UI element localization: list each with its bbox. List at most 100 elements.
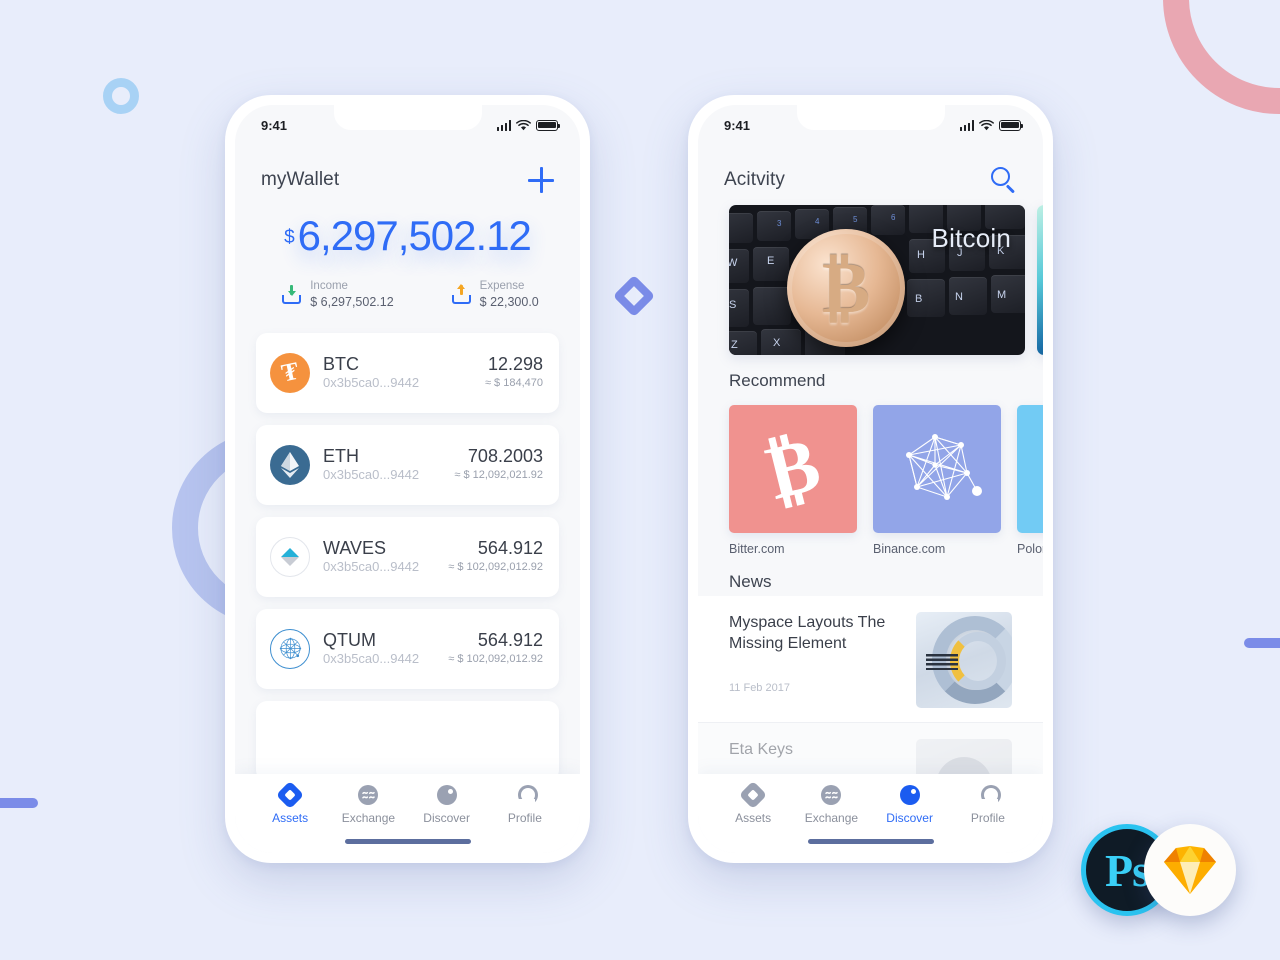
- tab-discover[interactable]: Discover: [408, 785, 486, 825]
- tab-label: Discover: [886, 811, 933, 825]
- coin-usd-value: ≈ $ 12,092,021.92: [454, 468, 543, 481]
- btc-coin-icon: ₮: [270, 352, 310, 393]
- tab-label: Profile: [970, 811, 1005, 825]
- tab-exchange[interactable]: Exchange: [792, 785, 870, 825]
- home-indicator[interactable]: [344, 839, 471, 844]
- exchange-wave-icon: [358, 785, 379, 805]
- news-date: 11 Feb 2017: [729, 682, 790, 695]
- banner-secondary[interactable]: [1037, 205, 1043, 355]
- tab-profile[interactable]: Profile: [486, 785, 564, 825]
- list-item[interactable]: ETH 0x3b5ca0...9442 708.2003 ≈ $ 12,092,…: [256, 424, 559, 505]
- income-summary: Income $ 6,297,502.12: [282, 279, 394, 311]
- decor-bar-right: [1244, 638, 1280, 648]
- tab-profile[interactable]: Profile: [949, 785, 1027, 825]
- coin-address: 0x3b5ca0...9442: [323, 558, 420, 574]
- status-time: 9:41: [261, 117, 288, 133]
- phone-mockup-discover: 9:41 Acitvity 3 4 5 6 W E H J K S B N M …: [688, 95, 1053, 863]
- profile-person-icon: [977, 785, 1001, 805]
- tab-label: Profile: [507, 811, 542, 825]
- expense-label: Expense: [479, 280, 525, 292]
- coin-amount: 564.912: [477, 538, 543, 559]
- decor-pink-arc: [1163, 0, 1280, 114]
- phone-mockup-wallet: 9:41 myWallet $ 6,297,502.12 Income $ 6,…: [225, 95, 590, 863]
- news-section-title: News: [729, 572, 772, 591]
- discover-header: Acitvity: [698, 139, 1043, 199]
- phone-notch: [796, 105, 945, 130]
- coin-name: WAVES: [323, 537, 387, 558]
- assets-diamond-icon: [275, 780, 305, 810]
- news-title: Eta Keys: [729, 741, 794, 758]
- expense-arrow-up-icon: [451, 284, 471, 305]
- tab-assets[interactable]: Assets: [251, 780, 329, 825]
- news-title: Myspace Layouts The Missing Element: [729, 614, 886, 653]
- ibm-server-coil-photo: [916, 612, 1012, 708]
- expense-value: $ 22,300.0: [479, 295, 539, 310]
- status-time: 9:41: [724, 117, 751, 133]
- poloniex-icon: [1017, 405, 1043, 533]
- coin-address: 0x3b5ca0...9442: [323, 466, 420, 482]
- recommend-carousel[interactable]: ₿ Bitter.com Binance.com Polo: [698, 391, 1043, 556]
- eth-coin-icon: [270, 444, 310, 485]
- list-item[interactable]: Myspace Layouts The Missing Element 11 F…: [698, 596, 1043, 723]
- background-decorations: [0, 0, 1280, 960]
- tab-label: Exchange: [804, 811, 859, 825]
- sketch-badge: [1144, 824, 1236, 916]
- bitcoin-b-icon: ₿: [729, 405, 857, 533]
- coin-name: BTC: [323, 353, 359, 374]
- coin-usd-value: ≈ $ 102,092,012.92: [448, 560, 543, 573]
- waves-coin-icon: [270, 536, 310, 577]
- income-expense-row: Income $ 6,297,502.12 Expense $ 22,300.0: [235, 279, 580, 311]
- banner-bitcoin[interactable]: 3 4 5 6 W E H J K S B N M Z X ₿ Bitcoin: [729, 205, 1025, 355]
- coin-usd-value: ≈ $ 184,470: [484, 376, 543, 389]
- photoshop-label: Ps: [1105, 844, 1150, 896]
- phone-notch: [333, 105, 482, 130]
- page-title: Acitvity: [724, 169, 785, 190]
- tab-label: Assets: [735, 811, 772, 825]
- discover-compass-icon: [899, 785, 920, 805]
- coin-name: ETH: [323, 445, 359, 466]
- list-item[interactable]: QTUM 0x3b5ca0...9442 564.912 ≈ $ 102,092…: [256, 608, 559, 689]
- recommend-caption: Bitter.com: [729, 542, 785, 556]
- asset-list[interactable]: ₮ BTC 0x3b5ca0...9442 12.298 ≈ $ 184,470: [235, 315, 580, 774]
- discover-screen: 9:41 Acitvity 3 4 5 6 W E H J K S B N M …: [698, 105, 1043, 853]
- plus-icon[interactable]: [528, 167, 554, 193]
- banner-carousel[interactable]: 3 4 5 6 W E H J K S B N M Z X ₿ Bitcoin: [698, 199, 1043, 355]
- battery-icon: [999, 119, 1024, 131]
- wifi-icon: [979, 119, 994, 130]
- list-item[interactable]: ₮ BTC 0x3b5ca0...9442 12.298 ≈ $ 184,470: [256, 332, 559, 413]
- discover-compass-icon: [436, 785, 457, 805]
- list-item[interactable]: Eta Keys: [698, 723, 1043, 774]
- exchange-wave-icon: [821, 785, 842, 805]
- home-indicator[interactable]: [807, 839, 934, 844]
- list-item-partial[interactable]: [256, 700, 559, 774]
- profile-person-icon: [514, 785, 538, 805]
- balance-section: $ 6,297,502.12 Income $ 6,297,502.12 Exp…: [235, 199, 580, 315]
- list-item[interactable]: WAVES 0x3b5ca0...9442 564.912 ≈ $ 102,09…: [256, 516, 559, 597]
- coin-address: 0x3b5ca0...9442: [323, 374, 420, 390]
- news-list: Myspace Layouts The Missing Element 11 F…: [698, 596, 1043, 774]
- tab-label: Exchange: [341, 811, 396, 825]
- list-item[interactable]: Binance.com: [873, 405, 1001, 556]
- list-item[interactable]: Polone: [1017, 405, 1043, 556]
- search-icon[interactable]: [991, 167, 1017, 194]
- cellular-bars-icon: [496, 119, 511, 131]
- network-graph-icon: [873, 405, 1001, 533]
- tab-assets[interactable]: Assets: [714, 780, 792, 825]
- assets-diamond-icon: [738, 780, 768, 810]
- list-item[interactable]: ₿ Bitter.com: [729, 405, 857, 556]
- decor-diamond-icon: [612, 274, 656, 318]
- recommend-caption: Binance.com: [873, 542, 946, 556]
- wifi-icon: [516, 119, 531, 130]
- bottom-tab-bar: Assets Exchange Discover Profile: [698, 774, 1043, 853]
- coin-usd-value: ≈ $ 102,092,012.92: [448, 652, 543, 665]
- qtum-coin-icon: [270, 628, 310, 669]
- income-arrow-down-icon: [282, 285, 302, 305]
- recommend-caption: Polone: [1017, 542, 1043, 556]
- decor-bar-left: [0, 798, 38, 808]
- tab-exchange[interactable]: Exchange: [329, 785, 407, 825]
- battery-icon: [536, 119, 561, 131]
- coin-amount: 12.298: [487, 354, 543, 375]
- tab-discover[interactable]: Discover: [871, 785, 949, 825]
- recommend-section-title: Recommend: [729, 371, 826, 390]
- tab-label: Discover: [423, 811, 470, 825]
